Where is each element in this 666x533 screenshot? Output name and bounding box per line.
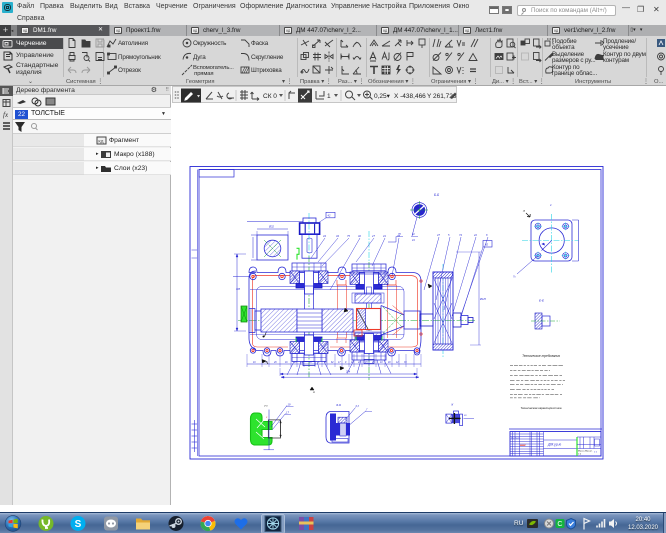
svg-text:19: 19 <box>253 362 256 364</box>
svg-text:12: 12 <box>396 362 399 364</box>
svg-text:75: 75 <box>347 234 350 238</box>
svg-text:16: 16 <box>285 362 288 364</box>
svg-text:44: 44 <box>412 239 415 242</box>
svg-text:17: 17 <box>338 362 341 364</box>
svg-text:1: 1 <box>550 203 552 207</box>
svg-text:62: 62 <box>331 362 334 364</box>
svg-text:284: 284 <box>345 371 351 374</box>
svg-text:78: 78 <box>398 233 401 236</box>
svg-text:9: 9 <box>345 362 347 364</box>
svg-text:S: S <box>75 519 82 530</box>
svg-text:Б-Б: Б-Б <box>434 193 439 197</box>
svg-text:Г: Г <box>366 410 368 412</box>
svg-text:21: 21 <box>357 362 361 364</box>
svg-text:А: А <box>312 390 315 394</box>
svg-text:10: 10 <box>380 362 383 364</box>
svg-text:': ' <box>341 415 342 417</box>
svg-text:165: 165 <box>236 288 241 291</box>
svg-text:25: 25 <box>371 362 375 364</box>
svg-text:30: 30 <box>324 362 327 364</box>
svg-text:17: 17 <box>286 411 289 415</box>
svg-text:Ж: Ж <box>450 404 454 407</box>
svg-text:34: 34 <box>336 234 339 238</box>
svg-text:Техническая характеристика: Техническая характеристика <box>521 406 562 410</box>
svg-text:Масса Масшт.: Масса Масшт. <box>578 451 593 453</box>
svg-text:ДМ.ур.ю: ДМ.ур.ю <box>547 443 562 447</box>
svg-text:fx: fx <box>3 111 9 119</box>
svg-text:22: 22 <box>473 233 477 237</box>
svg-text:44: 44 <box>351 361 354 364</box>
svg-text:29: 29 <box>273 362 277 364</box>
svg-text:Б-Б: Б-Б <box>336 403 341 407</box>
svg-text:Изм Лист: Изм Лист <box>511 438 520 440</box>
svg-text:8: 8 <box>318 362 320 364</box>
svg-text:42: 42 <box>328 214 331 218</box>
svg-text:44: 44 <box>323 234 326 238</box>
svg-text:42: 42 <box>485 243 489 247</box>
svg-text:2: 2 <box>265 417 268 419</box>
svg-text:32: 32 <box>358 234 361 238</box>
svg-text:Технические требования: Технические требования <box>522 354 560 358</box>
svg-text:КД: КД <box>98 138 103 143</box>
svg-text:Ø125: Ø125 <box>479 298 487 301</box>
svg-text:1:2: 1:2 <box>578 453 582 455</box>
svg-text:42: 42 <box>412 233 415 236</box>
svg-text:C: C <box>557 521 562 528</box>
svg-text:7х: 7х <box>513 276 516 279</box>
svg-text:27: 27 <box>371 234 375 238</box>
svg-text:23: 23 <box>293 362 297 364</box>
svg-text:5: 5 <box>448 233 450 237</box>
svg-text:55: 55 <box>309 362 312 364</box>
svg-text:33: 33 <box>404 362 407 364</box>
svg-text:40: 40 <box>388 361 391 364</box>
svg-text:74: 74 <box>459 233 462 237</box>
svg-text:Е-Е: Е-Е <box>539 299 545 303</box>
svg-text:19: 19 <box>288 403 291 407</box>
svg-text:и-и: и-и <box>264 405 268 408</box>
svg-text:Л: Л <box>522 209 525 213</box>
svg-text:41: 41 <box>383 234 386 238</box>
svg-text:20: 20 <box>463 415 467 417</box>
svg-text:47: 47 <box>437 233 440 237</box>
svg-text:6,3: 6,3 <box>356 406 360 408</box>
svg-text:1:1: 1:1 <box>594 452 598 454</box>
svg-text:Ø32: Ø32 <box>268 225 274 229</box>
svg-text:8: 8 <box>486 233 488 237</box>
